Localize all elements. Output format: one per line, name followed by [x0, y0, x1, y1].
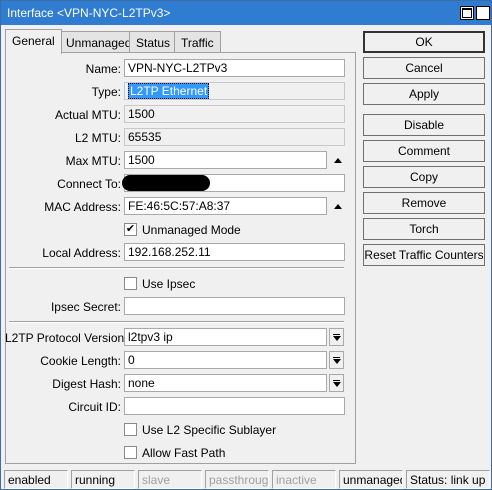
circuit-id-field[interactable]	[124, 397, 345, 415]
chevron-down-icon[interactable]	[329, 374, 344, 392]
connect-to-label: Connect To:	[57, 177, 121, 191]
mac-address-label: MAC Address:	[44, 200, 121, 214]
ok-button[interactable]: OK	[363, 31, 485, 53]
reset-traffic-counters-button[interactable]: Reset Traffic Counters	[363, 244, 485, 266]
torch-button[interactable]: Torch	[363, 218, 485, 240]
use-l2-specific-sublayer-label: Use L2 Specific Sublayer	[142, 423, 277, 437]
actual-mtu-field: 1500	[124, 105, 345, 123]
interface-window: Interface <VPN-NYC-L2TPv3> ✕ General Unm…	[0, 0, 492, 490]
max-mtu-label: Max MTU:	[65, 154, 121, 168]
unmanaged-mode-label: Unmanaged Mode	[142, 223, 241, 237]
mac-address-field[interactable]: FE:46:5C:57:A8:37	[124, 197, 327, 215]
comment-button[interactable]: Comment	[363, 140, 485, 162]
cookie-length-select[interactable]: 0	[124, 351, 327, 369]
use-ipsec-label: Use Ipsec	[142, 277, 196, 291]
status-running: running	[71, 470, 135, 489]
name-field[interactable]: VPN-NYC-L2TPv3	[124, 59, 345, 77]
use-l2-specific-sublayer-checkbox[interactable]	[124, 423, 137, 436]
type-field: L2TP Ethernet	[124, 82, 345, 100]
use-ipsec-checkbox[interactable]	[124, 277, 137, 290]
tab-general[interactable]: General	[5, 29, 62, 54]
status-unmanaged: unmanaged	[339, 470, 403, 489]
tab-unmanaged[interactable]: Unmanaged	[59, 31, 139, 53]
cookie-length-label: Cookie Length:	[40, 354, 121, 368]
separator	[9, 267, 344, 269]
chevron-down-icon[interactable]	[329, 328, 344, 346]
ipsec-secret-field[interactable]	[124, 297, 345, 315]
allow-fast-path-label: Allow Fast Path	[142, 446, 226, 460]
separator	[9, 321, 344, 323]
maximize-icon[interactable]	[460, 6, 474, 20]
tab-traffic[interactable]: Traffic	[174, 31, 221, 53]
close-icon[interactable]: ✕	[476, 6, 490, 20]
max-mtu-expand-icon[interactable]	[331, 153, 345, 167]
redacted-mark	[122, 175, 210, 191]
actual-mtu-label: Actual MTU:	[54, 108, 121, 122]
status-slave: slave	[138, 470, 202, 489]
copy-button[interactable]: Copy	[363, 166, 485, 188]
l2tp-protocol-version-select[interactable]: l2tpv3 ip	[124, 328, 327, 346]
local-address-field[interactable]: 192.168.252.11	[124, 243, 345, 261]
title-bar[interactable]: Interface <VPN-NYC-L2TPv3> ✕	[1, 1, 491, 25]
tab-status[interactable]: Status	[129, 31, 178, 53]
l2-mtu-field: 65535	[124, 128, 345, 146]
circuit-id-label: Circuit ID:	[68, 400, 121, 414]
type-value: L2TP Ethernet	[128, 83, 210, 99]
digest-hash-label: Digest Hash:	[52, 377, 121, 391]
apply-button[interactable]: Apply	[363, 83, 485, 105]
name-label: Name:	[85, 62, 121, 76]
type-label: Type:	[91, 85, 121, 99]
status-bar: enabled running slave passthrough inacti…	[4, 470, 490, 489]
remove-button[interactable]: Remove	[363, 192, 485, 214]
l2tp-protocol-version-label: L2TP Protocol Version:	[5, 331, 128, 345]
status-passthrough: passthrough	[205, 470, 269, 489]
window-title: Interface <VPN-NYC-L2TPv3>	[7, 6, 171, 20]
allow-fast-path-checkbox[interactable]	[124, 446, 137, 459]
status-link: Status: link up	[406, 470, 490, 489]
cancel-button[interactable]: Cancel	[363, 57, 485, 79]
chevron-down-icon[interactable]	[329, 351, 344, 369]
max-mtu-field[interactable]: 1500	[124, 151, 327, 169]
mac-address-expand-icon[interactable]	[331, 199, 345, 213]
digest-hash-select[interactable]: none	[124, 374, 327, 392]
status-inactive: inactive	[272, 470, 336, 489]
local-address-label: Local Address:	[42, 246, 121, 260]
l2-mtu-label: L2 MTU:	[74, 131, 121, 145]
unmanaged-mode-checkbox[interactable]: ✔	[124, 223, 137, 236]
status-enabled: enabled	[4, 470, 68, 489]
ipsec-secret-label: Ipsec Secret:	[50, 300, 121, 314]
disable-button[interactable]: Disable	[363, 114, 485, 136]
